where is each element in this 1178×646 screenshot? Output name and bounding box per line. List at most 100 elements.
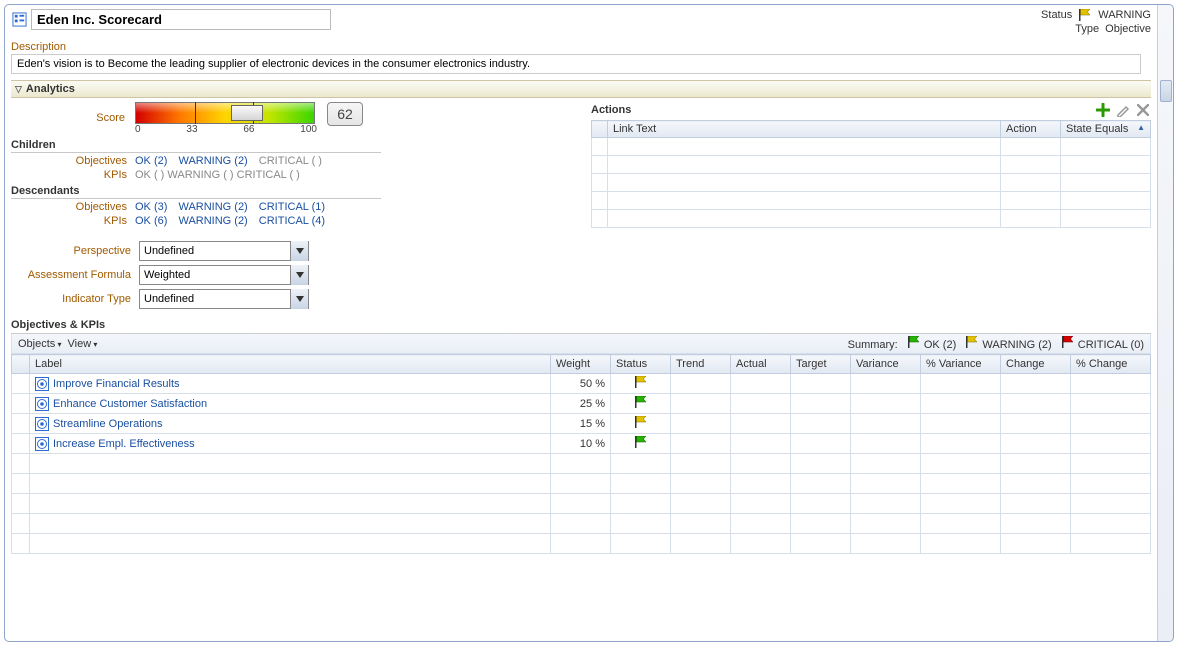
desc-obj-ok[interactable]: OK (3) [135,201,167,213]
scrollbar-thumb[interactable] [1160,80,1172,102]
weight-cell: 50 % [551,374,611,394]
score-value: 62 [327,102,363,126]
children-obj-ok[interactable]: OK (2) [135,155,167,167]
analytics-section-header[interactable]: ▽ Analytics [11,80,1151,98]
okis-row[interactable]: Increase Empl. Effectiveness 10 % [12,434,1151,454]
collapse-icon: ▽ [15,84,22,95]
children-kpi-warning: WARNING ( ) [167,169,233,181]
vertical-scrollbar[interactable] [1157,5,1173,641]
view-menu[interactable]: View ▾ [68,338,98,350]
okis-row[interactable]: Enhance Customer Satisfaction 25 % [12,394,1151,414]
chevron-down-icon [290,289,308,309]
status-label: Status [1028,9,1072,21]
desc-kpi-critical[interactable]: CRITICAL (4) [259,215,325,227]
actions-row[interactable] [592,138,1151,156]
title-input[interactable] [31,9,331,30]
children-obj-critical: CRITICAL ( ) [259,155,322,167]
weight-cell: 15 % [551,414,611,434]
perspective-value: Undefined [140,245,290,257]
desc-kpis-label: KPIs [11,215,127,227]
okis-row[interactable]: Improve Financial Results 50 % [12,374,1151,394]
desc-kpi-warning[interactable]: WARNING (2) [178,215,247,227]
flag-icon [634,436,648,448]
formula-select[interactable]: Weighted [139,265,309,285]
flag-icon [1078,9,1092,21]
col-state[interactable]: State Equals▲ [1061,121,1151,138]
okis-row-empty [12,494,1151,514]
score-label: Score [71,102,125,124]
flag-icon [634,416,648,428]
description-label: Description [11,41,1151,53]
objective-icon [35,417,49,431]
col-actual[interactable]: Actual [731,355,791,374]
chevron-down-icon [290,241,308,261]
col-action[interactable]: Action [1001,121,1061,138]
chevron-down-icon [290,265,308,285]
actions-table: Link Text Action State Equals▲ [591,120,1151,228]
flag-icon [907,336,921,348]
flag-icon [634,396,648,408]
formula-value: Weighted [140,269,290,281]
desc-objectives-label: Objectives [11,201,127,213]
col-trend[interactable]: Trend [671,355,731,374]
okis-toolbar: Objects ▾ View ▾ Summary: OK (2) WARNING… [11,334,1151,354]
indicator-label: Indicator Type [11,293,131,305]
objective-link[interactable]: Enhance Customer Satisfaction [53,398,207,410]
weight-cell: 25 % [551,394,611,414]
tick-66: 66 [243,124,254,135]
scorecard-panel: Status WARNING Type Objective Descriptio… [4,4,1174,642]
header-row: Status WARNING Type Objective [11,9,1151,37]
indicator-select[interactable]: Undefined [139,289,309,309]
add-action-button[interactable] [1095,102,1111,118]
okis-row[interactable]: Streamline Operations 15 % [12,414,1151,434]
actions-row[interactable] [592,156,1151,174]
okis-row-empty [12,474,1151,494]
score-gauge: 0 33 66 100 [135,102,317,135]
children-kpi-ok: OK ( ) [135,169,164,181]
type-value: Objective [1105,23,1151,35]
children-obj-warning[interactable]: WARNING (2) [178,155,247,167]
col-change[interactable]: Change [1001,355,1071,374]
sort-asc-icon: ▲ [1137,123,1145,132]
col-link-text[interactable]: Link Text [608,121,1001,138]
scorecard-icon [11,12,27,28]
actions-row[interactable] [592,192,1151,210]
objective-link[interactable]: Improve Financial Results [53,378,180,390]
tick-0: 0 [135,124,141,135]
desc-obj-warning[interactable]: WARNING (2) [178,201,247,213]
flag-icon [1061,336,1075,348]
okis-row-empty [12,454,1151,474]
perspective-label: Perspective [11,245,131,257]
col-weight[interactable]: Weight [551,355,611,374]
meta-block: Status WARNING Type Objective [1028,9,1151,37]
okis-row-empty [12,514,1151,534]
col-status[interactable]: Status [611,355,671,374]
okis-grid: Label Weight Status Trend Actual Target … [11,354,1151,554]
col-pct-change[interactable]: % Change [1071,355,1151,374]
actions-row[interactable] [592,174,1151,192]
delete-action-button[interactable] [1135,102,1151,118]
summary: Summary: OK (2) WARNING (2) CRITICAL (0) [848,336,1144,351]
objective-icon [35,397,49,411]
col-label[interactable]: Label [30,355,551,374]
col-variance[interactable]: Variance [851,355,921,374]
status-value: WARNING [1098,9,1151,21]
type-label: Type [1055,23,1099,35]
objective-icon [35,377,49,391]
actions-row[interactable] [592,210,1151,228]
flag-icon [965,336,979,348]
col-pct-variance[interactable]: % Variance [921,355,1001,374]
tick-33: 33 [186,124,197,135]
edit-action-button[interactable] [1115,102,1131,118]
objects-menu[interactable]: Objects ▾ [18,338,62,350]
actions-title: Actions [591,104,631,116]
desc-obj-critical[interactable]: CRITICAL (1) [259,201,325,213]
okis-row-empty [12,534,1151,554]
objective-link[interactable]: Increase Empl. Effectiveness [53,438,195,450]
desc-kpi-ok[interactable]: OK (6) [135,215,167,227]
objective-link[interactable]: Streamline Operations [53,418,162,430]
description-text[interactable]: Eden's vision is to Become the leading s… [11,54,1141,74]
col-target[interactable]: Target [791,355,851,374]
weight-cell: 10 % [551,434,611,454]
perspective-select[interactable]: Undefined [139,241,309,261]
